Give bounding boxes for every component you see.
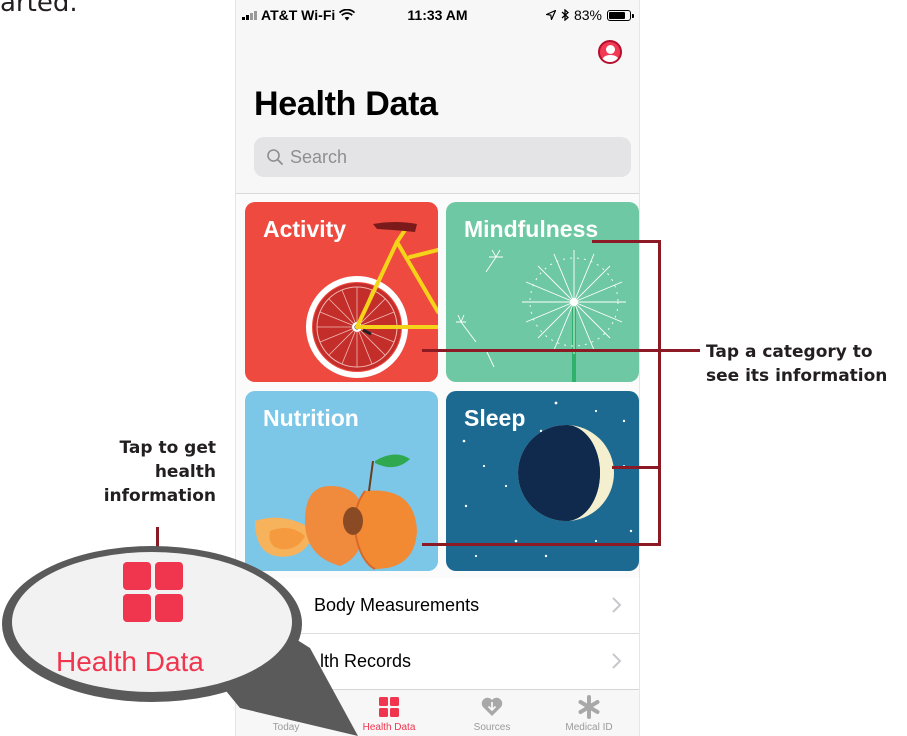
tab-label: Sources — [473, 722, 511, 733]
callout-line-text: Tap a category to — [706, 342, 873, 362]
page-caption-fragment: arted. — [0, 0, 78, 18]
callout-line-text: health — [154, 462, 216, 482]
bluetooth-icon — [561, 9, 569, 21]
category-callout-text: Tap a category to see its information — [706, 340, 887, 388]
magnifier-callout — [2, 546, 358, 736]
page-title: Health Data — [254, 85, 438, 123]
callout-line — [612, 466, 660, 469]
callout-line-text: see its information — [706, 366, 888, 386]
tab-callout-text: Tap to get health information — [40, 436, 216, 508]
sources-heart-icon — [481, 697, 503, 716]
tab-sources[interactable]: Sources — [442, 690, 542, 736]
magnified-tab-label: Health Data — [56, 646, 204, 677]
callout-line — [422, 349, 700, 352]
profile-button[interactable] — [598, 40, 622, 64]
search-icon — [267, 149, 283, 165]
status-bar: AT&T Wi-Fi 11:33 AM 83% — [236, 0, 639, 30]
tile-label-nutrition: Nutrition — [263, 405, 359, 431]
search-placeholder: Search — [290, 146, 348, 167]
location-arrow-icon — [545, 10, 556, 20]
chevron-right-icon — [612, 597, 622, 613]
battery-icon — [607, 9, 634, 21]
callout-line — [658, 240, 661, 546]
tile-label-activity: Activity — [263, 216, 347, 242]
tab-label: Medical ID — [565, 722, 613, 733]
category-tile-mindfulness[interactable]: Mindfulness — [446, 202, 639, 382]
grid-icon — [379, 697, 399, 717]
callout-line-text: Tap to get — [119, 438, 216, 458]
chevron-right-icon — [612, 653, 622, 669]
tile-label-mindfulness: Mindfulness — [464, 216, 599, 242]
tile-label-sleep: Sleep — [464, 405, 526, 431]
callout-line — [592, 240, 660, 243]
callout-line-text: information — [103, 486, 216, 506]
asterisk-icon — [578, 695, 600, 719]
category-tile-activity[interactable]: Activity — [245, 202, 438, 382]
callout-line — [422, 543, 660, 546]
search-input[interactable]: Search — [254, 137, 631, 177]
tab-medical-id[interactable]: Medical ID — [539, 690, 639, 736]
battery-percent: 83% — [573, 7, 602, 23]
status-right: 83% — [545, 7, 634, 23]
